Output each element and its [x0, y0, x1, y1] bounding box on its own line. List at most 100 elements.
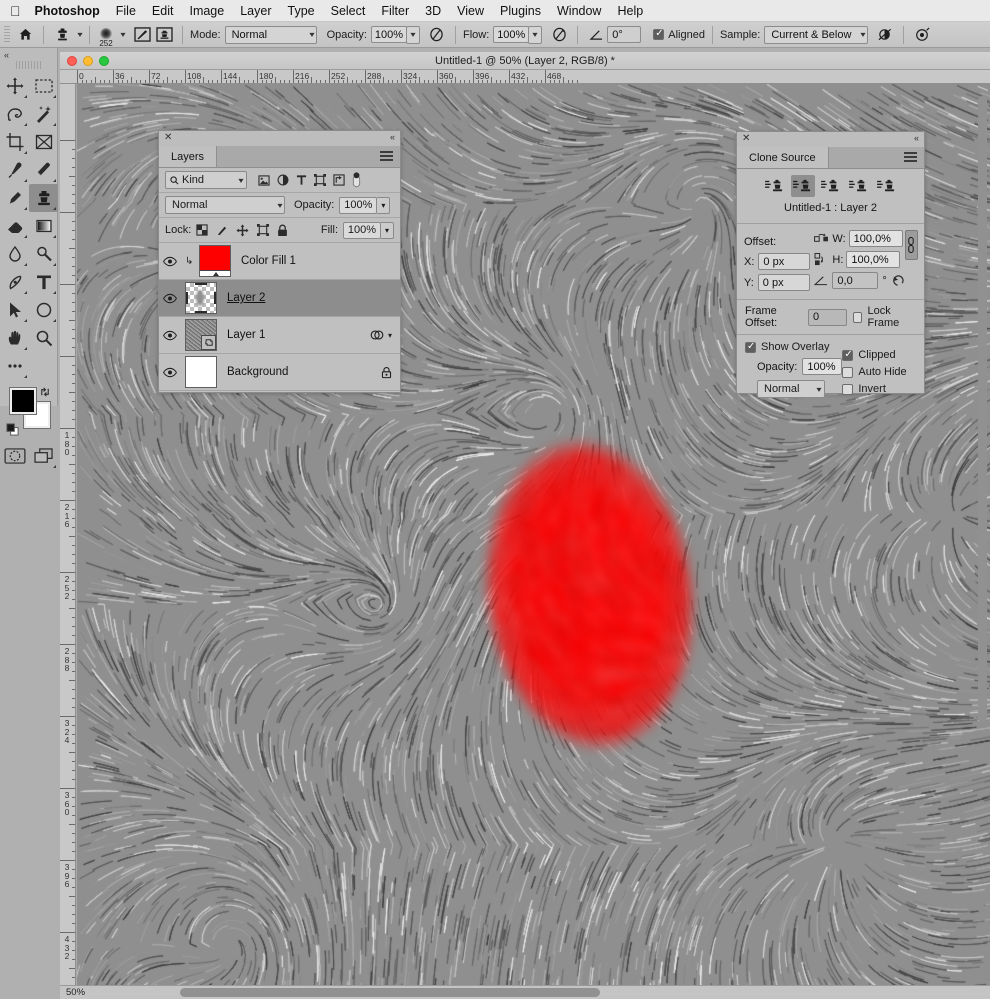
lock-transparent-pixels-icon[interactable]: [196, 224, 208, 236]
magic-wand-tool[interactable]: [29, 100, 58, 128]
apple-logo-icon[interactable]: : [10, 4, 21, 18]
lock-position-icon[interactable]: [236, 223, 249, 237]
lock-all-icon[interactable]: [277, 224, 288, 237]
mode-select[interactable]: Normal ▾: [224, 25, 317, 44]
close-icon[interactable]: ✕: [164, 132, 172, 143]
layer-opacity-stepper[interactable]: ▾: [377, 196, 391, 214]
swap-colors-icon[interactable]: [39, 386, 51, 398]
layer-thumbnail[interactable]: [199, 245, 231, 277]
blend-mode-select[interactable]: Normal ▾: [165, 196, 285, 214]
brush-preview-icon[interactable]: 252: [97, 27, 115, 48]
collapse-icon[interactable]: «: [914, 133, 919, 143]
clone-source-2[interactable]: [790, 175, 815, 197]
pressure-opacity-icon[interactable]: [426, 25, 448, 45]
eyedropper-tool[interactable]: [0, 156, 29, 184]
move-tool[interactable]: [0, 72, 29, 100]
expand-chevron-icon[interactable]: ▾: [388, 331, 392, 340]
eye-icon[interactable]: [163, 367, 185, 378]
crop-tool[interactable]: [0, 128, 29, 156]
clone-stamp-icon[interactable]: [51, 25, 73, 45]
screen-mode-icon[interactable]: [29, 442, 58, 470]
quick-mask-icon[interactable]: [0, 442, 29, 470]
path-selection-tool[interactable]: [0, 296, 29, 324]
brush-preset-chevron-down-icon[interactable]: ▾: [120, 30, 125, 39]
type-filter-icon[interactable]: [296, 174, 307, 186]
clone-source-5[interactable]: [875, 175, 899, 197]
eye-icon[interactable]: [163, 256, 185, 267]
vertical-scrollbar-thumb[interactable]: [978, 96, 987, 722]
layer-opacity-input[interactable]: 100%: [339, 196, 378, 214]
ellipse-tool[interactable]: [29, 296, 58, 324]
clone-source-1[interactable]: [763, 175, 787, 197]
layer-row[interactable]: Layer 2: [159, 280, 400, 317]
menu-item-file[interactable]: File: [116, 4, 136, 18]
horizontal-scrollbar[interactable]: [180, 988, 970, 997]
lock-artboard-icon[interactable]: [257, 224, 270, 236]
menu-item-edit[interactable]: Edit: [152, 4, 174, 18]
menu-item-window[interactable]: Window: [557, 4, 601, 18]
show-overlay-checkbox[interactable]: Show Overlay: [745, 341, 842, 353]
angle-icon[interactable]: [585, 25, 607, 45]
document-title-bar[interactable]: Untitled-1 @ 50% (Layer 2, RGB/8) *: [60, 52, 990, 70]
menu-item-photoshop[interactable]: Photoshop: [35, 4, 100, 18]
layer-fill-input[interactable]: 100%: [343, 221, 381, 239]
tool-preset-chevron-down-icon[interactable]: ▾: [77, 30, 82, 39]
menu-item-plugins[interactable]: Plugins: [500, 4, 541, 18]
clone-source-3[interactable]: [819, 175, 843, 197]
lock-frame-checkbox[interactable]: Lock Frame: [852, 305, 916, 329]
eraser-tool[interactable]: [0, 212, 29, 240]
menu-item-select[interactable]: Select: [331, 4, 366, 18]
pressure-size-icon[interactable]: [911, 25, 933, 45]
height-input[interactable]: 100,0%: [846, 251, 901, 268]
pixel-filter-icon[interactable]: [258, 174, 270, 186]
layer-thumbnail[interactable]: [185, 319, 217, 351]
spot-healing-brush-tool[interactable]: [29, 156, 58, 184]
lasso-tool[interactable]: [0, 100, 29, 128]
menu-item-3d[interactable]: 3D: [425, 4, 441, 18]
horizontal-ruler[interactable]: 0 36 72 108 144 180 216 252 288 324 360 396 432 468: [60, 70, 990, 84]
minimize-button[interactable]: [83, 56, 93, 66]
flip-horizontal-icon[interactable]: [814, 233, 829, 245]
eye-icon[interactable]: [163, 330, 185, 341]
vertical-ruler[interactable]: 180216252288324360396432468: [60, 84, 76, 999]
foreground-color-swatch[interactable]: [9, 387, 37, 415]
close-button[interactable]: [67, 56, 77, 66]
zoom-button[interactable]: [99, 56, 109, 66]
flip-vertical-icon[interactable]: [814, 253, 829, 266]
offset-x-input[interactable]: 0 px: [758, 253, 811, 270]
tools-panel-grip[interactable]: [15, 61, 42, 69]
menu-item-image[interactable]: Image: [189, 4, 224, 18]
eye-icon[interactable]: [163, 293, 185, 304]
smart-object-filter-icon[interactable]: [333, 174, 345, 186]
layer-name[interactable]: Layer 2: [227, 292, 265, 304]
edit-toolbar-tool[interactable]: [0, 352, 29, 380]
gradient-tool[interactable]: [29, 212, 58, 240]
width-input[interactable]: 100,0%: [848, 230, 903, 247]
type-tool[interactable]: [29, 268, 58, 296]
rotation-input[interactable]: 0,0: [832, 272, 879, 289]
layer-name[interactable]: Layer 1: [227, 329, 265, 341]
panel-menu-icon[interactable]: [904, 152, 917, 163]
zoom-tool[interactable]: [29, 324, 58, 352]
layer-name[interactable]: Color Fill 1: [241, 255, 296, 267]
layer-row[interactable]: Layer 1 ▾: [159, 317, 400, 354]
aligned-checkbox[interactable]: Aligned: [653, 28, 705, 41]
layer-row[interactable]: ↳ Color Fill 1: [159, 243, 400, 280]
clone-source-4[interactable]: [847, 175, 871, 197]
default-colors-icon[interactable]: [6, 423, 19, 436]
shape-filter-icon[interactable]: [314, 174, 326, 186]
frame-offset-input[interactable]: 0: [808, 308, 847, 326]
blur-tool[interactable]: [0, 240, 29, 268]
lock-image-pixels-icon[interactable]: [216, 224, 228, 236]
layer-effects-icon[interactable]: [370, 329, 384, 341]
clone-stamp-tool[interactable]: [29, 184, 58, 212]
layer-filter-kind-select[interactable]: Kind ▾: [165, 171, 247, 189]
menu-item-help[interactable]: Help: [617, 4, 643, 18]
zoom-level-value[interactable]: 50%: [66, 987, 85, 998]
opacity-stepper[interactable]: ▾: [405, 25, 420, 44]
tab-clone-source[interactable]: Clone Source: [737, 147, 829, 168]
airbrush-icon[interactable]: [548, 25, 570, 45]
collapse-panel-icon[interactable]: «: [0, 48, 57, 61]
auto-hide-checkbox[interactable]: Auto Hide: [842, 366, 916, 378]
clone-source-panel-icon[interactable]: [153, 25, 175, 45]
